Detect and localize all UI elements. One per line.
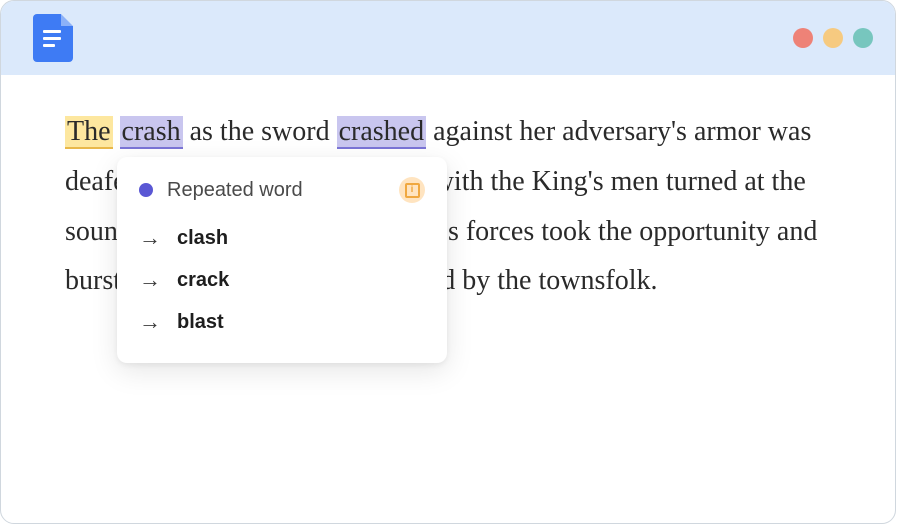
tooltip-title: Repeated word [167,180,303,200]
close-dot[interactable] [793,28,813,48]
arrow-right-icon: → [139,269,161,291]
highlight-purple[interactable]: crashed [337,116,427,149]
highlight-purple[interactable]: crash [120,116,183,149]
arrow-right-icon: → [139,311,161,333]
highlight-yellow[interactable]: The [65,116,113,149]
info-icon[interactable]: i [399,177,425,203]
title-bar [1,1,895,75]
tooltip-header: Repeated word i [135,175,429,217]
suggestion-word: crack [177,270,229,290]
window-controls [793,28,873,48]
suggestion-word: blast [177,312,224,332]
issue-bullet-icon [139,183,153,197]
app-window: The crash as the sword crashed against h… [0,0,896,524]
suggestion-word: clash [177,228,228,248]
suggestion-tooltip: Repeated word i → clash → crack → blast [117,157,447,363]
body-text: as the sword [190,116,337,147]
arrow-right-icon: → [139,227,161,249]
suggestion-item[interactable]: → clash [135,217,429,259]
minimize-dot[interactable] [823,28,843,48]
docs-icon[interactable] [33,14,73,62]
zoom-dot[interactable] [853,28,873,48]
suggestion-item[interactable]: → crack [135,259,429,301]
suggestion-item[interactable]: → blast [135,301,429,343]
